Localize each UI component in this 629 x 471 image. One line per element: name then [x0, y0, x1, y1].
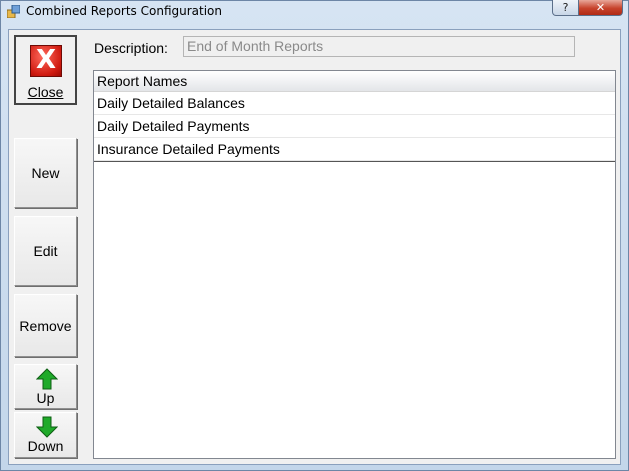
remove-button[interactable]: Remove: [14, 294, 77, 357]
close-button[interactable]: X Close: [14, 35, 77, 105]
client-area: X Close New Edit Remove Up Down Descript…: [8, 29, 621, 465]
up-button-label: Up: [36, 390, 55, 406]
grid-rows: Daily Detailed Balances Daily Detailed P…: [94, 92, 615, 162]
close-x-icon: X: [30, 45, 62, 77]
title-bar[interactable]: Combined Reports Configuration ? ✕: [1, 0, 628, 21]
arrow-up-icon: [36, 368, 58, 390]
arrow-down-icon: [36, 416, 58, 438]
app-icon: [7, 5, 20, 18]
description-label: Description:: [94, 40, 168, 56]
column-header-report-names[interactable]: Report Names: [94, 71, 615, 92]
help-button[interactable]: ?: [552, 0, 579, 16]
close-icon: ✕: [595, 1, 606, 14]
help-icon: ?: [562, 1, 569, 14]
table-row[interactable]: Insurance Detailed Payments: [94, 138, 615, 161]
report-names-grid[interactable]: Report Names Daily Detailed Balances Dai…: [93, 70, 616, 459]
edit-button[interactable]: Edit: [14, 216, 77, 286]
description-field[interactable]: End of Month Reports: [183, 36, 575, 57]
table-row[interactable]: Daily Detailed Balances: [94, 92, 615, 115]
new-button[interactable]: New: [14, 138, 77, 208]
remove-button-label: Remove: [19, 318, 72, 334]
window-close-button[interactable]: ✕: [578, 0, 623, 16]
up-button[interactable]: Up: [14, 364, 77, 409]
table-row[interactable]: Daily Detailed Payments: [94, 115, 615, 138]
window-title: Combined Reports Configuration: [26, 4, 223, 18]
dialog-window: Combined Reports Configuration ? ✕ X Clo…: [0, 0, 629, 471]
new-button-label: New: [31, 165, 60, 181]
down-button-label: Down: [27, 438, 64, 454]
close-button-label: Close: [27, 84, 64, 100]
edit-button-label: Edit: [33, 243, 58, 259]
down-button[interactable]: Down: [14, 412, 77, 458]
